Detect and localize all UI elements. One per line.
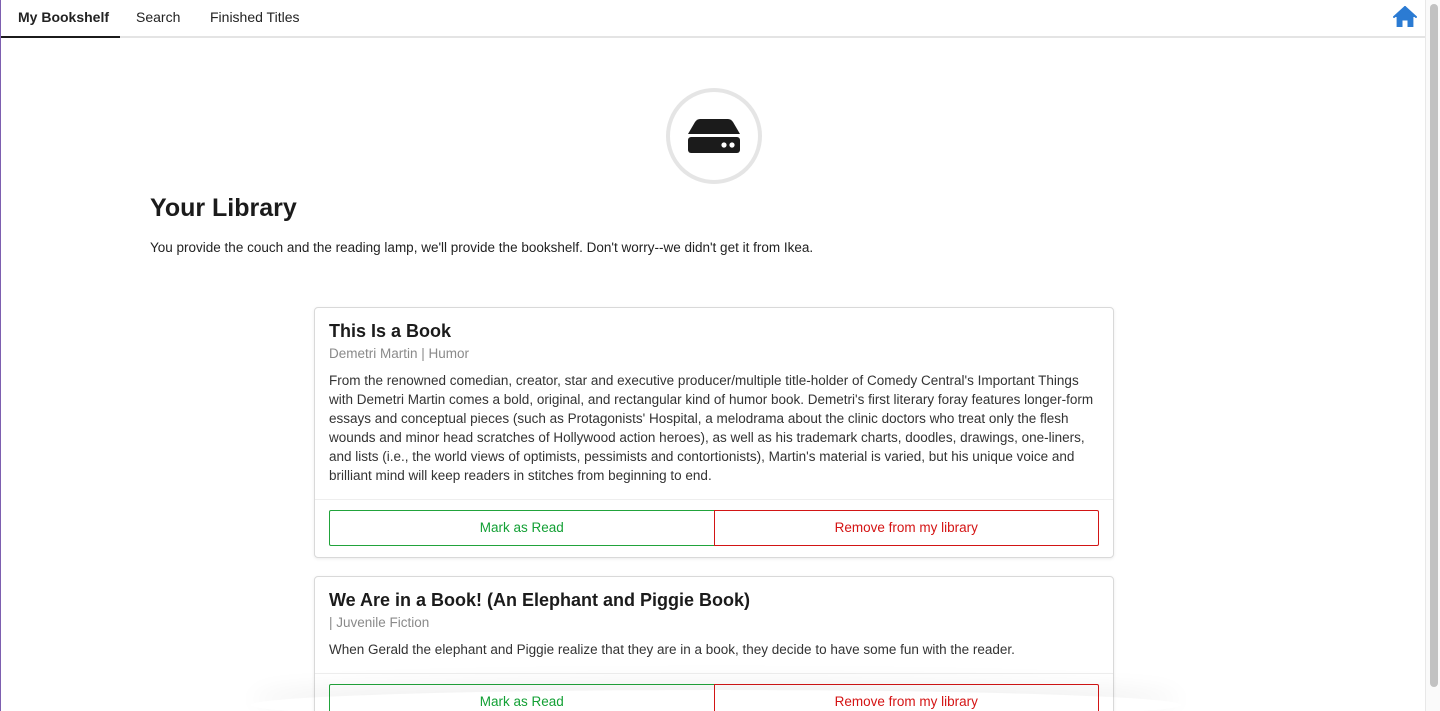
tab-finished-titles[interactable]: Finished Titles bbox=[210, 0, 299, 38]
book-meta: Demetri Martin | Humor bbox=[329, 346, 470, 361]
book-card-body: This Is a Book Demetri Martin | Humor Fr… bbox=[315, 308, 1113, 500]
mark-as-read-button[interactable]: Mark as Read bbox=[329, 684, 715, 711]
book-card-body: We Are in a Book! (An Elephant and Piggi… bbox=[315, 577, 1113, 674]
hero-icon-circle bbox=[666, 88, 762, 184]
app-frame: My Bookshelf Search Finished Titles Your… bbox=[0, 0, 1425, 711]
tab-search[interactable]: Search bbox=[136, 0, 180, 38]
page-subtitle: You provide the couch and the reading la… bbox=[150, 240, 814, 255]
book-meta: | Juvenile Fiction bbox=[329, 615, 430, 630]
book-card: This Is a Book Demetri Martin | Humor Fr… bbox=[314, 307, 1114, 558]
book-card: We Are in a Book! (An Elephant and Piggi… bbox=[314, 576, 1114, 711]
mark-as-read-button[interactable]: Mark as Read bbox=[329, 510, 715, 546]
hard-drive-icon bbox=[688, 119, 740, 153]
page-title: Your Library bbox=[150, 194, 297, 222]
tab-my-bookshelf[interactable]: My Bookshelf bbox=[1, 0, 120, 38]
top-nav: My Bookshelf Search Finished Titles bbox=[1, 0, 1425, 38]
book-description: From the renowned comedian, creator, sta… bbox=[329, 373, 1094, 483]
book-description: When Gerald the elephant and Piggie real… bbox=[329, 642, 1015, 657]
book-title: This Is a Book bbox=[329, 321, 452, 341]
book-card-actions: Mark as Read Remove from my library bbox=[315, 674, 1113, 711]
remove-from-library-button[interactable]: Remove from my library bbox=[713, 684, 1099, 711]
remove-from-library-button[interactable]: Remove from my library bbox=[713, 510, 1099, 546]
vertical-scrollbar[interactable] bbox=[1425, 0, 1440, 711]
scrollbar-thumb[interactable] bbox=[1430, 4, 1438, 687]
home-icon[interactable] bbox=[1393, 6, 1417, 28]
book-title: We Are in a Book! (An Elephant and Piggi… bbox=[329, 590, 751, 610]
book-card-actions: Mark as Read Remove from my library bbox=[315, 500, 1113, 557]
